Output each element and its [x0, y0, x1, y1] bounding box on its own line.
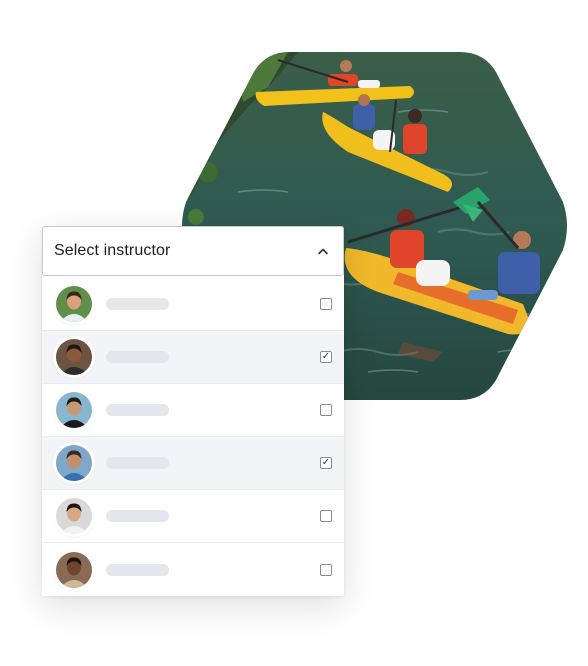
instructor-name-placeholder	[106, 404, 169, 416]
instructor-name-placeholder	[106, 510, 169, 522]
instructor-name-placeholder	[106, 351, 169, 363]
instructor-name-placeholder	[106, 298, 169, 310]
instructor-option[interactable]: ✓	[42, 331, 344, 384]
instructor-option[interactable]	[42, 278, 344, 331]
instructor-option[interactable]	[42, 543, 344, 596]
checked-checkbox[interactable]: ✓	[320, 351, 332, 363]
instructor-option[interactable]	[42, 490, 344, 543]
checkbox[interactable]	[320, 510, 332, 522]
instructor-option[interactable]	[42, 384, 344, 437]
instructor-avatar	[56, 339, 92, 375]
instructor-avatar	[56, 445, 92, 481]
instructor-avatar	[56, 392, 92, 428]
instructor-avatar	[56, 286, 92, 322]
instructor-avatar	[56, 498, 92, 534]
instructor-option[interactable]: ✓	[42, 437, 344, 490]
instructor-name-placeholder	[106, 457, 169, 469]
dropdown-header[interactable]: Select instructor	[42, 226, 344, 276]
checked-checkbox[interactable]: ✓	[320, 457, 332, 469]
instructor-avatar	[56, 551, 92, 588]
dropdown-title: Select instructor	[54, 242, 171, 259]
instructor-name-placeholder	[106, 563, 169, 576]
instructor-dropdown: Select instructor ✓ ✓	[42, 226, 344, 596]
checkbox[interactable]	[320, 298, 332, 310]
checkbox[interactable]	[320, 563, 332, 576]
checkbox[interactable]	[320, 404, 332, 416]
chevron-up-icon[interactable]	[317, 247, 329, 255]
instructor-list: ✓ ✓	[42, 278, 344, 596]
